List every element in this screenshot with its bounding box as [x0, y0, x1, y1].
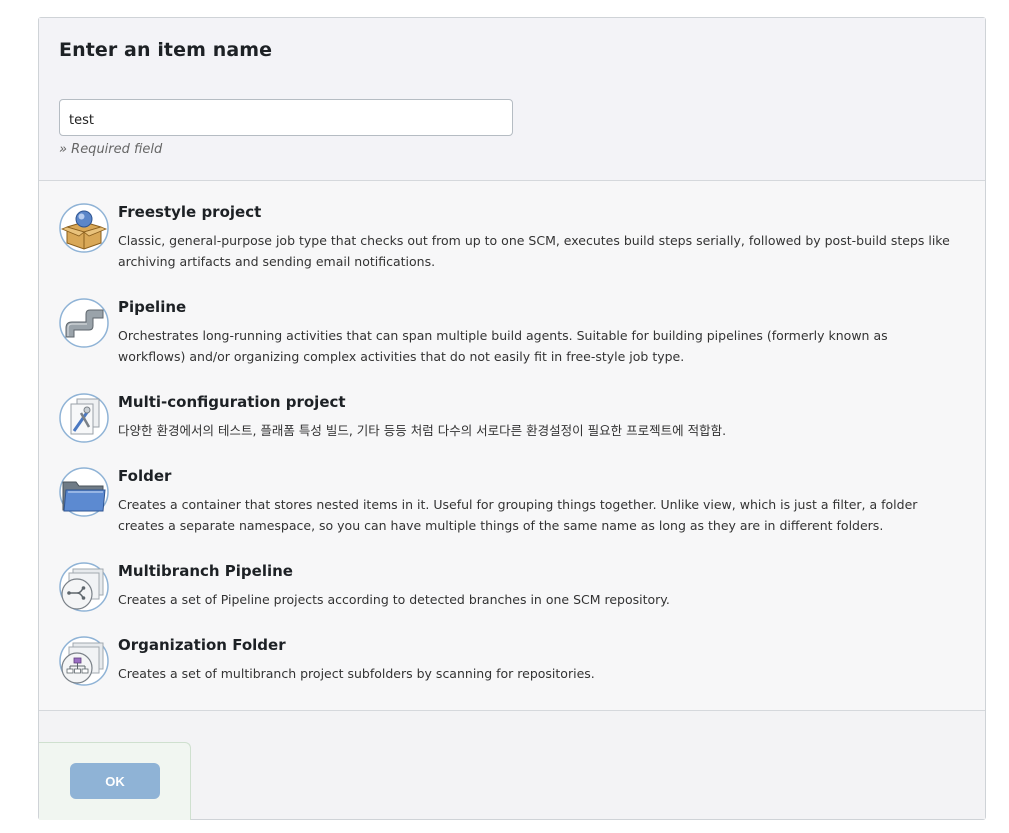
footer-bar: OK: [39, 711, 985, 820]
item-type-title: Multi-configuration project: [118, 393, 346, 411]
item-type-description: 다양한 환경에서의 테스트, 플래폼 특성 빌드, 기타 등등 처럼 다수의 서…: [118, 423, 727, 438]
item-name-section: Enter an item name » Required field: [39, 18, 985, 181]
item-type-list: Freestyle project Classic, general-purpo…: [39, 181, 985, 711]
item-type-title: Freestyle project: [118, 203, 262, 221]
item-type-title: Multibranch Pipeline: [118, 562, 293, 580]
new-item-panel: Enter an item name » Required field Free…: [38, 17, 986, 820]
item-type-description: Creates a set of multibranch project sub…: [118, 666, 595, 681]
pipeline-icon: [59, 298, 109, 348]
item-name-input[interactable]: [59, 99, 513, 136]
folder-icon: [59, 467, 109, 517]
ok-button-container: OK: [39, 742, 191, 820]
item-type-description: Orchestrates long-running activities tha…: [118, 328, 888, 364]
ok-button[interactable]: OK: [70, 763, 160, 799]
organization-folder-icon: [59, 636, 109, 686]
item-type-title: Folder: [118, 467, 172, 485]
freestyle-project-icon: [59, 203, 109, 253]
item-type-description: Creates a set of Pipeline projects accor…: [118, 592, 670, 607]
item-type-description: Classic, general-purpose job type that c…: [118, 233, 950, 269]
item-type-description: Creates a container that stores nested i…: [118, 497, 918, 533]
required-field-note: » Required field: [59, 142, 163, 157]
item-type-title: Organization Folder: [118, 636, 286, 654]
multibranch-pipeline-icon: [59, 562, 109, 612]
item-type-title: Pipeline: [118, 298, 187, 316]
multi-configuration-icon: [59, 393, 109, 443]
page-title: Enter an item name: [59, 39, 273, 61]
